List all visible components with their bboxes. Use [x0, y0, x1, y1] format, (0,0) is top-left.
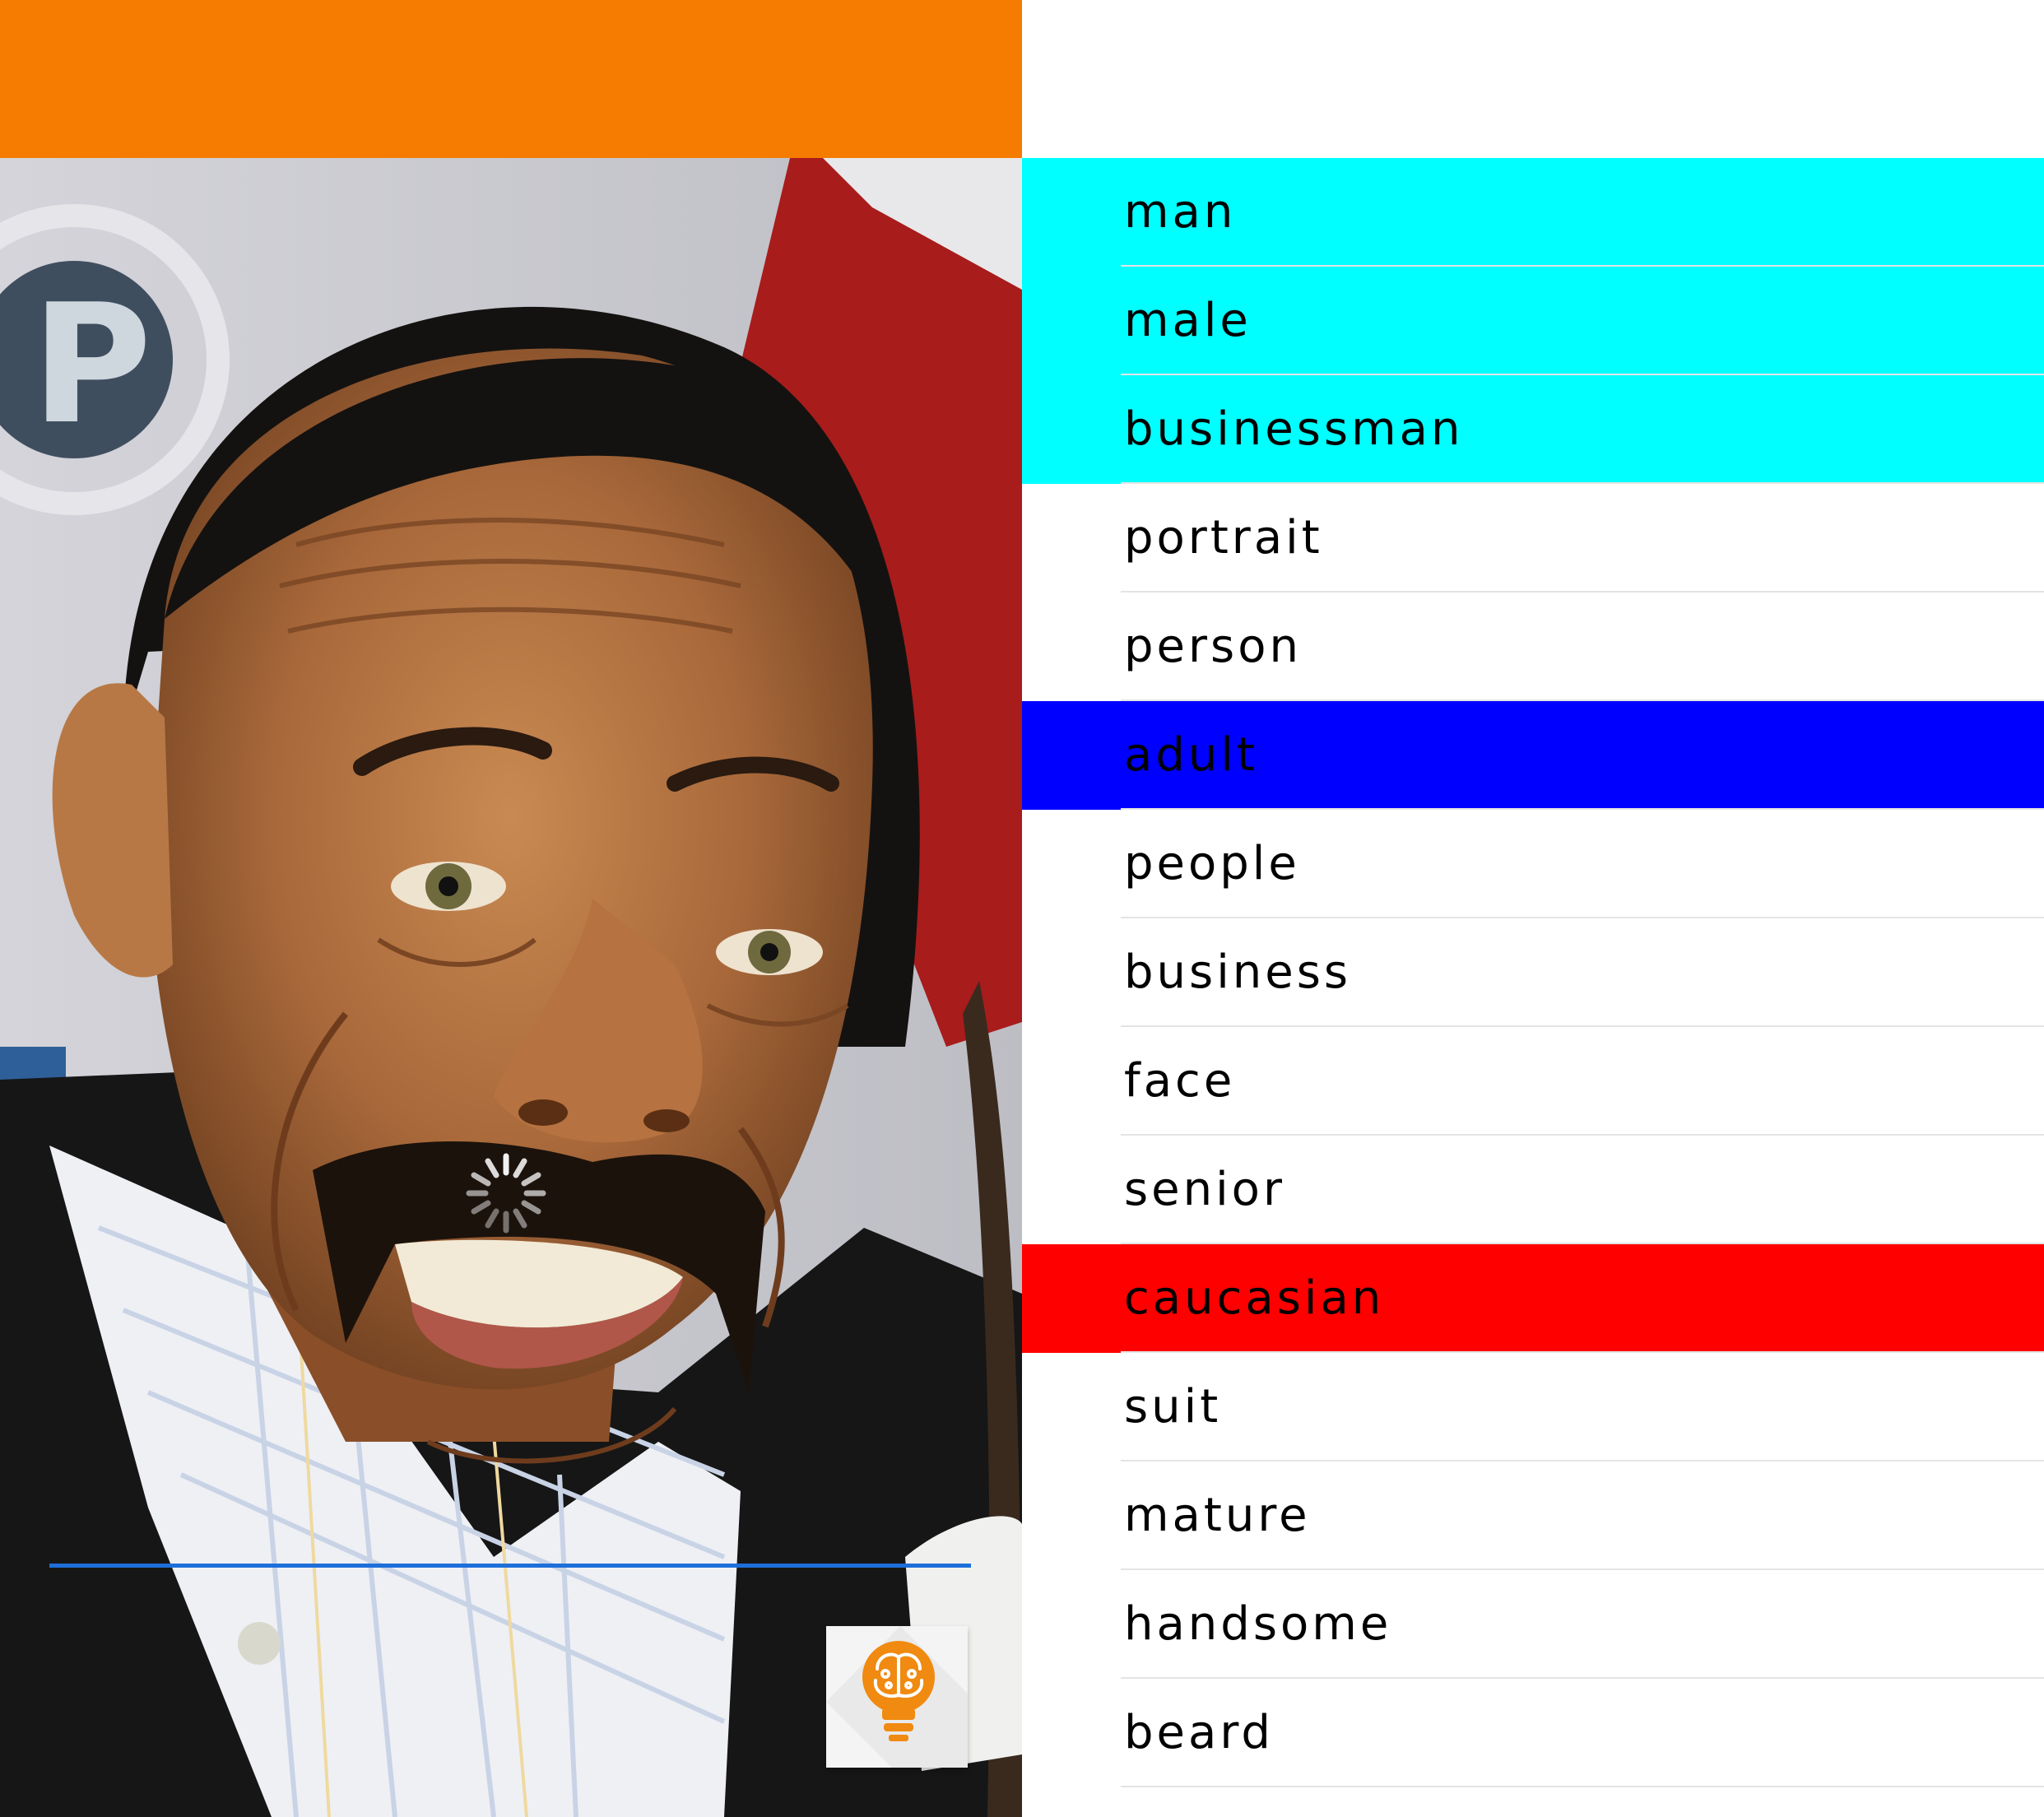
tag-label: businessman [1124, 402, 1464, 456]
portrait-photo[interactable]: P [0, 158, 1022, 1817]
tag-row-person[interactable]: person [1022, 592, 2044, 701]
tag-label: caucasian [1124, 1271, 1385, 1325]
tag-row-man[interactable]: man [1022, 158, 2044, 267]
tag-row-mature[interactable]: mature [1022, 1462, 2044, 1570]
tag-row-beard[interactable]: beard [1022, 1679, 2044, 1787]
tag-row-handsome[interactable]: handsome [1022, 1570, 2044, 1679]
svg-text:P: P [31, 269, 152, 461]
tag-label: face [1124, 1054, 1236, 1108]
tag-label: people [1124, 837, 1300, 890]
tag-row-male[interactable]: male [1022, 267, 2044, 375]
tag-label: suit [1124, 1380, 1222, 1434]
loading-spinner-icon [461, 1148, 551, 1238]
tag-row-business[interactable]: business [1022, 918, 2044, 1027]
tag-label: adult [1124, 728, 1258, 782]
tag-row-portrait[interactable]: portrait [1022, 484, 2044, 592]
tag-row-people[interactable]: people [1022, 810, 2044, 918]
tag-row-face[interactable]: face [1022, 1027, 2044, 1136]
tag-label: business [1124, 946, 1352, 999]
analyze-button[interactable] [826, 1626, 968, 1768]
tag-label: male [1124, 294, 1252, 347]
tag-label: man [1124, 185, 1237, 239]
tag-row-suit[interactable]: suit [1022, 1353, 2044, 1462]
tag-label: senior [1124, 1163, 1285, 1216]
tag-list: man male businessman portrait person adult peo… [1022, 158, 2044, 1787]
tag-row-businessman[interactable]: businessman [1022, 375, 2044, 484]
tag-label: person [1124, 620, 1302, 673]
tag-label: handsome [1124, 1597, 1392, 1651]
tag-row-caucasian[interactable]: caucasian [1022, 1244, 2044, 1353]
app-screen: P man male businessman portrait person a… [0, 0, 2044, 1817]
app-bar [0, 0, 1022, 158]
progress-line [49, 1564, 971, 1568]
tag-label: portrait [1124, 511, 1323, 565]
tag-label: beard [1124, 1706, 1274, 1759]
brain-lightbulb-icon [826, 1626, 968, 1768]
tag-row-adult[interactable]: adult [1022, 701, 2044, 810]
tag-divider [1121, 1786, 2044, 1787]
tags-panel: man male businessman portrait person adult peo… [1022, 0, 2044, 1817]
tag-label: mature [1124, 1489, 1311, 1542]
left-pane: P [0, 0, 1022, 1817]
tag-row-senior[interactable]: senior [1022, 1136, 2044, 1244]
